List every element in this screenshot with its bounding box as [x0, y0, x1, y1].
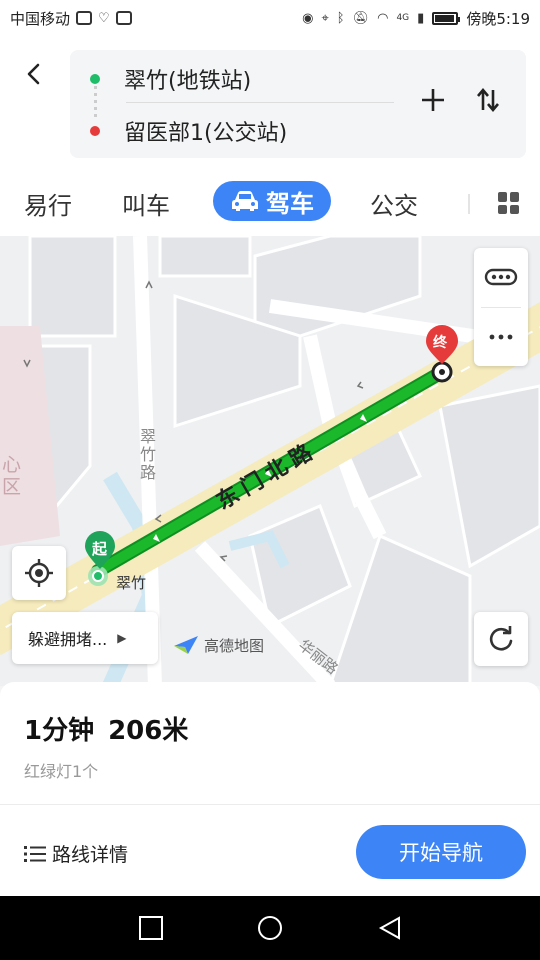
road-side-label: 翠竹路 [140, 427, 157, 482]
start-dot-icon [90, 74, 100, 84]
more-modes-button[interactable] [498, 192, 520, 214]
car-icon [232, 191, 258, 211]
map-tools-panel [474, 248, 528, 366]
health-icon: ♡ [98, 10, 110, 26]
carrier-label: 中国移动 [10, 9, 71, 28]
location-icon: ⌖ [321, 10, 329, 26]
distance-value: 206米 [108, 716, 189, 746]
more-options-button[interactable] [474, 307, 528, 366]
tab-drive[interactable]: 驾车 [213, 181, 331, 221]
avoid-congestion-button[interactable]: 躲避拥堵... ▶ [12, 612, 158, 664]
start-point-field[interactable]: 翠竹(地铁站) [70, 54, 410, 104]
tab-drive-label: 驾车 [266, 189, 314, 218]
wifi-icon: ◠ [377, 10, 389, 26]
swap-route-button[interactable] [470, 82, 506, 118]
traffic-lights-count: 红绿灯1个 [24, 762, 99, 781]
chevron-left-icon [27, 63, 40, 85]
traffic-icon [484, 269, 518, 286]
start-point-label: 翠竹(地铁站) [124, 69, 252, 94]
district-label: 心 区 [2, 454, 22, 498]
list-icon [24, 845, 46, 862]
end-point-label: 留医部1(公交站) [124, 121, 288, 146]
recent-apps-button[interactable] [139, 916, 163, 940]
back-triangle-icon [378, 916, 400, 940]
divider [0, 804, 540, 805]
system-nav-bar [0, 896, 540, 960]
route-details-label: 路线详情 [52, 844, 129, 866]
plus-icon [422, 89, 444, 111]
route-summary: 1分钟 206米 [24, 710, 188, 747]
signal-icon: ▮ [417, 10, 425, 26]
tab-overflow-hint [468, 194, 470, 214]
traffic-layer-button[interactable] [474, 248, 528, 307]
swap-icon [477, 87, 499, 113]
amap-logo-text: 高德地图 [204, 636, 265, 655]
play-right-icon: ▶ [117, 631, 127, 645]
mute-icon: 🔕︎ [352, 10, 370, 26]
amap-logo-icon [174, 636, 198, 654]
network-type: 4G [396, 13, 410, 23]
avoid-congestion-label: 躲避拥堵... [28, 630, 108, 649]
tab-taxi[interactable]: 叫车 [122, 186, 170, 221]
message-icon [115, 11, 132, 25]
locate-button[interactable] [12, 546, 66, 600]
transport-mode-tabs: 易行 叫车 驾车 公交 [0, 172, 540, 236]
status-bar: 中国移动 ♡ ◉ ⌖ ᛒ 🔕︎ ◠ 4G ▮ 傍晚5:19 [0, 0, 540, 36]
route-details-button[interactable]: 路线详情 [24, 840, 128, 867]
clock: 傍晚5:19 [466, 9, 530, 28]
back-triangle-button[interactable] [378, 916, 402, 940]
more-horizontal-icon [489, 334, 513, 340]
route-header: 翠竹(地铁站) 留医部1(公交站) [0, 36, 540, 172]
duration-value: 1分钟 [24, 716, 95, 746]
back-button[interactable] [16, 56, 52, 92]
end-marker-label: 终 [433, 335, 447, 351]
map-view[interactable]: 终 起 翠竹 东门北路 翠竹路 华丽路 心 区 躲避拥堵... ▶ 高德地图 [0, 236, 540, 686]
end-point-field[interactable]: 留医部1(公交站) [70, 106, 410, 156]
route-card: 翠竹(地铁站) 留医部1(公交站) [70, 50, 526, 158]
tab-easy-go[interactable]: 易行 [24, 186, 72, 221]
tab-bus[interactable]: 公交 [370, 186, 418, 221]
locate-icon [25, 559, 53, 587]
bluetooth-icon: ᛒ [336, 10, 345, 26]
start-navigation-button[interactable]: 开始导航 [356, 825, 526, 879]
grid-icon [498, 192, 507, 202]
refresh-button[interactable] [474, 612, 528, 666]
route-summary-card: 1分钟 206米 红绿灯1个 路线详情 开始导航 [0, 682, 540, 896]
end-dot-icon [90, 126, 100, 136]
amap-logo: 高德地图 [172, 634, 264, 656]
add-waypoint-button[interactable] [415, 82, 451, 118]
start-marker-label: 起 [92, 540, 108, 558]
refresh-icon [489, 626, 513, 651]
hd-icon: ◉ [302, 10, 314, 26]
start-place-label: 翠竹 [116, 574, 147, 592]
battery-icon [432, 11, 461, 25]
route-divider [126, 102, 394, 103]
home-button[interactable] [258, 916, 282, 940]
app-notification-icon [76, 11, 93, 25]
